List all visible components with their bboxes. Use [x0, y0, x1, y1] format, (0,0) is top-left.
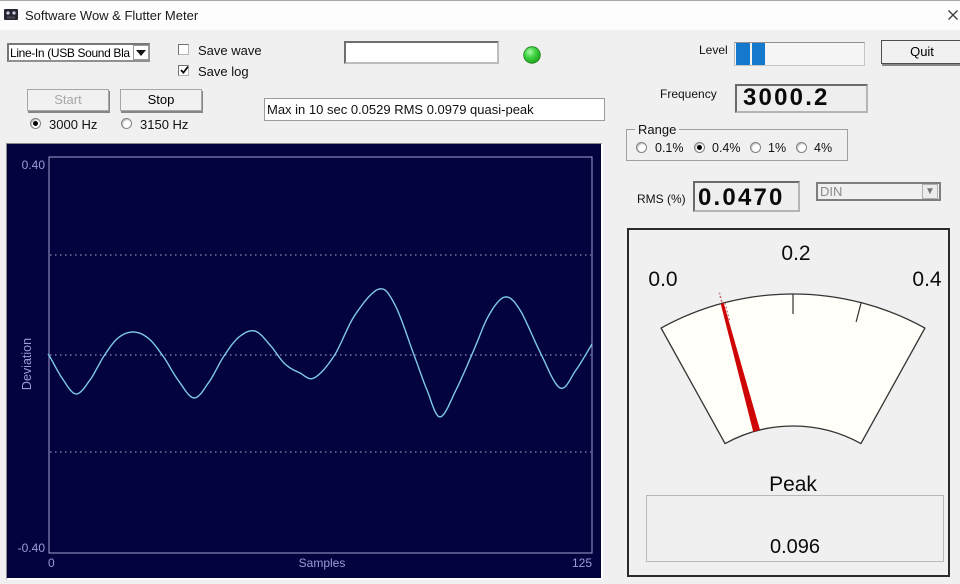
svg-text:0.2: 0.2 — [781, 242, 810, 265]
svg-text:0.40: 0.40 — [22, 158, 46, 172]
svg-text:125: 125 — [572, 556, 592, 570]
svg-text:Deviation: Deviation — [20, 338, 34, 390]
svg-text:0.4: 0.4 — [912, 268, 942, 291]
svg-text:-0.40: -0.40 — [18, 541, 46, 555]
svg-text:0: 0 — [48, 556, 55, 570]
svg-text:Samples: Samples — [299, 556, 346, 570]
svg-text:0.0: 0.0 — [648, 268, 677, 291]
